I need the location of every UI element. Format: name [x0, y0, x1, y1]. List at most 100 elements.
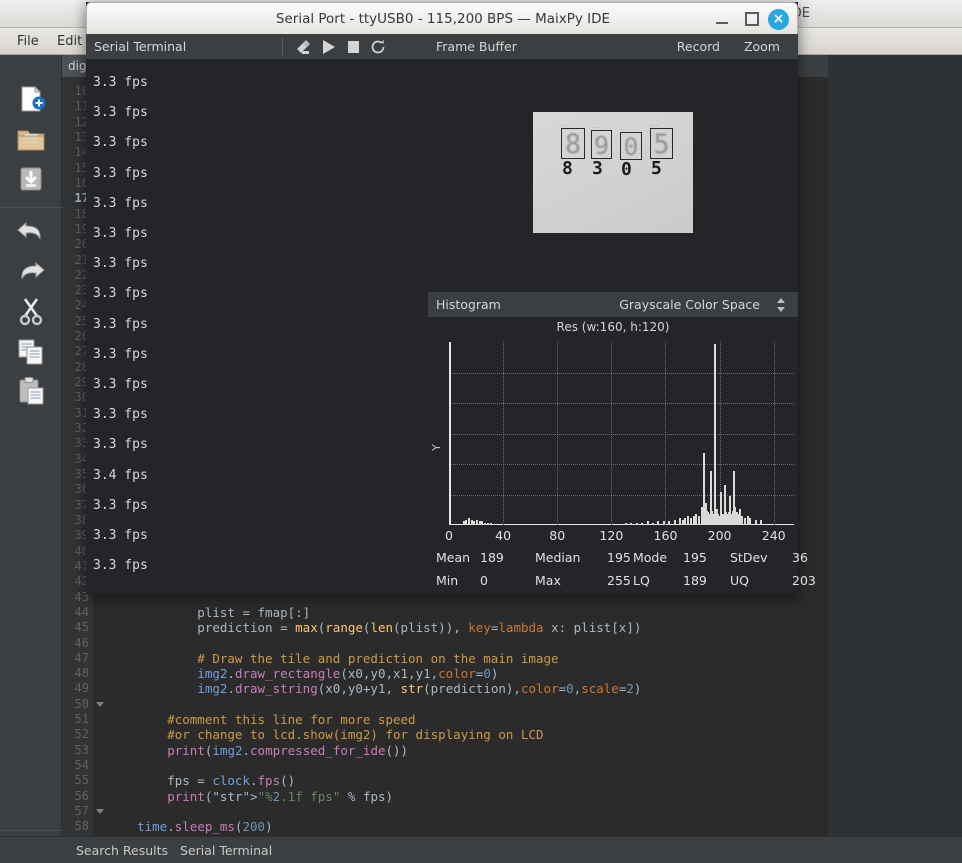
- play-icon[interactable]: [320, 39, 337, 55]
- histogram-bar: [652, 523, 654, 525]
- line-number: 36: [74, 482, 89, 497]
- line-number: 21: [74, 252, 89, 267]
- save-icon[interactable]: [15, 163, 47, 195]
- stat-label: StDev: [730, 550, 768, 565]
- gridline-vertical: [503, 342, 504, 525]
- stat-value: 195: [607, 550, 631, 565]
- ide-left-toolbar: [0, 55, 62, 863]
- histogram-bar: [684, 518, 686, 525]
- line-number: 28: [74, 359, 89, 374]
- line-number: 23: [74, 283, 89, 298]
- serial-port-window: Serial Port - ttyUSB0 - 115,200 BPS — Ma…: [86, 2, 816, 594]
- redo-icon[interactable]: [15, 255, 47, 287]
- line-number: 13: [74, 129, 89, 144]
- paste-icon[interactable]: [15, 375, 47, 407]
- histogram-bar: [698, 516, 700, 525]
- line-number: 20: [74, 237, 89, 252]
- gridline-vertical: [774, 342, 775, 525]
- stat-value: 0: [480, 573, 488, 588]
- line-number: 16: [74, 175, 89, 190]
- code-line: prediction = max(range(len(plist)), key=…: [107, 620, 642, 636]
- histogram-bar: [687, 516, 689, 525]
- stop-icon[interactable]: [345, 39, 362, 55]
- line-number: 11: [74, 99, 89, 114]
- line-number: 12: [74, 114, 89, 129]
- copy-icon[interactable]: [15, 335, 47, 367]
- clear-icon[interactable]: [294, 39, 311, 55]
- stat-label: Max: [535, 573, 561, 588]
- line-number: 31: [74, 405, 89, 420]
- serial-titlebar[interactable]: Serial Port - ttyUSB0 - 115,200 BPS — Ma…: [86, 2, 798, 34]
- stat-label: Median: [535, 550, 581, 565]
- maximize-icon[interactable]: [745, 12, 759, 26]
- code-line: print(img2.compressed_for_ide()): [167, 742, 409, 758]
- line-number: 19: [74, 221, 89, 236]
- line-number: 49: [74, 681, 89, 696]
- histogram-bar: [695, 514, 697, 525]
- line-number: 51: [74, 712, 89, 727]
- x-axis-tick-label: 240: [761, 528, 786, 543]
- line-number: 24: [74, 298, 89, 313]
- histogram-bar: [641, 523, 643, 525]
- fold-toggle-icon[interactable]: [96, 809, 104, 815]
- histogram-bar: [487, 523, 489, 525]
- code-line: img2.draw_rectangle(x0,y0,x1,y1,color=0): [197, 666, 499, 682]
- zoom-button[interactable]: Zoom: [744, 34, 780, 59]
- terminal-line: 3.3 fps: [93, 316, 148, 332]
- histogram-body: Res (w:160, h:120) Y 0 40 80 120 160 200 240 Me…: [428, 317, 816, 594]
- serial-terminal-label: Serial Terminal: [94, 39, 187, 54]
- resolution-label: Res (w:160, h:120): [556, 320, 670, 334]
- x-axis-tick-label: 80: [549, 528, 566, 543]
- terminal-line: 3.3 fps: [93, 165, 148, 181]
- line-number: 26: [74, 329, 89, 344]
- terminal-line: 3.3 fps: [93, 135, 148, 151]
- line-number: 43: [74, 589, 89, 604]
- open-folder-icon[interactable]: [15, 123, 47, 155]
- handwritten-digit: 8: [564, 129, 582, 160]
- color-space-select[interactable]: Grayscale Color Space: [619, 292, 760, 317]
- line-number: 46: [74, 635, 89, 650]
- handwritten-digit: 5: [653, 129, 670, 160]
- line-number: 37: [74, 497, 89, 512]
- line-number: 48: [74, 666, 89, 681]
- terminal-line: 3.3 fps: [93, 346, 148, 362]
- frame-buffer-panel: Frame Buffer Record Zoom — —8 8— —9 3— —0 0…: [428, 34, 798, 292]
- stat-value: 36: [792, 550, 808, 565]
- x-axis-tick-label: 40: [495, 528, 512, 543]
- reconnect-icon[interactable]: [370, 39, 387, 55]
- chevron-updown-icon[interactable]: [774, 297, 788, 313]
- terminal-line: 3.3 fps: [93, 528, 148, 543]
- record-button[interactable]: Record: [677, 34, 720, 59]
- line-number: 10: [74, 84, 89, 98]
- undo-icon[interactable]: [15, 215, 47, 247]
- histogram-bar: [663, 521, 665, 525]
- terminal-line: 3.3 fps: [93, 75, 148, 90]
- detected-tile-box: 9: [591, 130, 612, 160]
- new-file-icon[interactable]: [15, 83, 47, 115]
- histogram-bar: [749, 518, 751, 525]
- histogram-bar: [741, 516, 743, 525]
- histogram-bar: [714, 344, 716, 525]
- histogram-bar: [674, 520, 676, 525]
- histogram-panel: Histogram Grayscale Color Space Res (w:1…: [428, 292, 816, 594]
- line-number: 47: [74, 650, 89, 665]
- close-icon[interactable]: ×: [768, 9, 789, 30]
- histogram-bar: [468, 518, 470, 525]
- minimize-icon[interactable]: [714, 12, 730, 26]
- menu-file[interactable]: File: [8, 28, 48, 55]
- tab-search-results[interactable]: Search Results: [68, 837, 176, 863]
- histogram-bar: [465, 520, 467, 525]
- stat-label: Mode: [633, 550, 668, 565]
- gridline-vertical: [611, 342, 612, 525]
- cut-icon[interactable]: [15, 295, 47, 327]
- fold-toggle-icon[interactable]: [96, 701, 104, 707]
- code-line: # Draw the tile and prediction on the ma…: [107, 650, 559, 666]
- terminal-line: 3.3 fps: [93, 256, 148, 272]
- tab-serial-terminal[interactable]: Serial Terminal: [172, 837, 280, 863]
- frame-buffer-canvas[interactable]: — —8 8— —9 3— —0 0— —5 5: [428, 59, 798, 292]
- menu-edit[interactable]: Edit: [48, 28, 91, 55]
- x-axis-tick-label: 200: [707, 528, 732, 543]
- stat-label: LQ: [633, 573, 650, 588]
- line-number: 41: [74, 558, 89, 573]
- terminal-line: 3.3 fps: [93, 497, 148, 513]
